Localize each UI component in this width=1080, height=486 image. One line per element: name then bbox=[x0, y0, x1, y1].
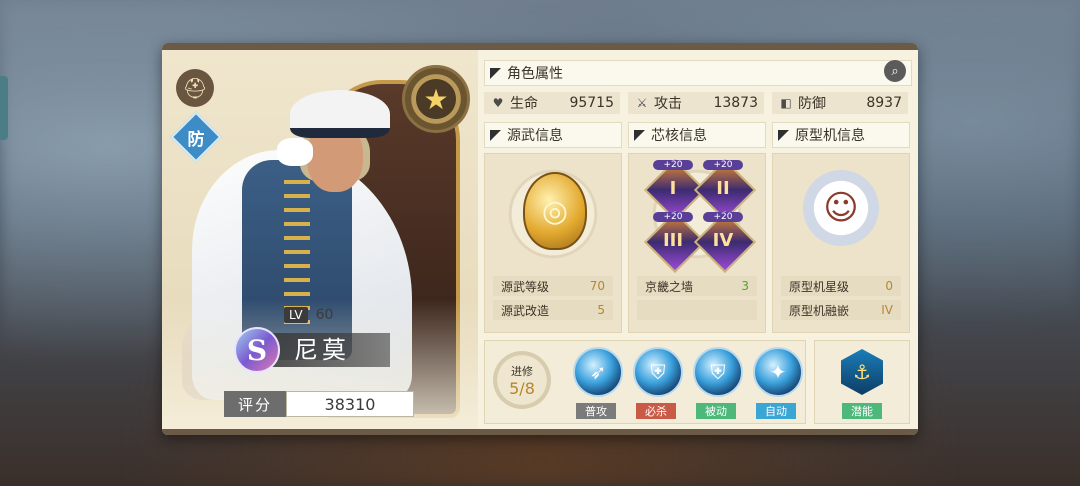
rank-badge: S bbox=[234, 327, 280, 373]
anchor-potential-icon[interactable]: ⚓ bbox=[841, 349, 883, 395]
score-value: 38310 bbox=[286, 391, 414, 417]
weapon-refine-row: 源武改造 5 bbox=[493, 300, 613, 320]
core-title: 芯核信息 bbox=[651, 128, 707, 144]
core-header: 芯核信息 bbox=[628, 122, 766, 148]
character-name: 尼莫 bbox=[294, 336, 350, 364]
skill-label: 自动 bbox=[756, 403, 796, 419]
skill-label: 被动 bbox=[696, 403, 736, 419]
advance-label: 进修 bbox=[511, 364, 533, 378]
sword-icon: ⚔ bbox=[636, 96, 648, 110]
row-label: 源武等级 bbox=[501, 279, 550, 294]
stat-value: 8937 bbox=[866, 95, 902, 111]
prototype-header: 原型机信息 bbox=[772, 122, 910, 148]
skill-label: 普攻 bbox=[576, 403, 616, 419]
core-set-row: 京畿之墙 3 bbox=[637, 276, 757, 296]
row-value: 70 bbox=[589, 279, 605, 293]
prototype-star-row: 原型机星级 0 bbox=[781, 276, 901, 296]
source-weapon-card[interactable]: ◎ 源武等级 70 源武改造 5 bbox=[484, 153, 622, 333]
row-label: 京畿之墙 bbox=[645, 279, 694, 294]
core-card[interactable]: I +20 II +20 III +20 IV +20 京畿之墙 3 bbox=[628, 153, 766, 333]
core-level: +20 bbox=[703, 160, 743, 170]
weapon-level-row: 源武等级 70 bbox=[493, 276, 613, 296]
corner-marker-icon bbox=[778, 129, 789, 141]
row-value: 5 bbox=[597, 303, 605, 317]
stat-label: 生命 bbox=[510, 96, 538, 112]
skills-card: 进修 5/8 ➶ 普攻 ⛨ 必杀 ⛨ 被动 ✦ 自动 bbox=[484, 340, 806, 424]
auto-skill-icon[interactable]: ✦ bbox=[753, 347, 803, 397]
prototype-fusion-row: 原型机融嵌 IV bbox=[781, 300, 901, 320]
row-value: IV bbox=[881, 303, 893, 317]
prototype-card[interactable]: ☺ 原型机星级 0 原型机融嵌 IV bbox=[772, 153, 910, 333]
shield-icon: ◧ bbox=[780, 96, 792, 110]
core-empty-row bbox=[637, 300, 757, 320]
core-numeral: IV bbox=[712, 229, 734, 251]
magnifier-icon[interactable]: ⌕ bbox=[884, 60, 906, 82]
skill-label: 必杀 bbox=[636, 403, 676, 419]
corner-marker-icon bbox=[490, 129, 501, 141]
level-tag: LV bbox=[284, 307, 308, 323]
score-box: 评分 38310 bbox=[224, 391, 414, 417]
row-label: 原型机融嵌 bbox=[789, 303, 850, 318]
captain-hat-art bbox=[290, 90, 390, 138]
passive-skill-icon[interactable]: ⛨ bbox=[693, 347, 743, 397]
row-value: 3 bbox=[741, 279, 749, 293]
panel-bottom-border bbox=[162, 429, 918, 435]
core-numeral: II bbox=[716, 177, 730, 199]
stat-hp: ♥ 生命 95715 bbox=[484, 92, 620, 114]
row-label: 原型机星级 bbox=[789, 279, 850, 294]
advance-value: 5/8 bbox=[509, 378, 535, 398]
corner-marker-icon bbox=[490, 67, 501, 79]
source-weapon-header: 源武信息 bbox=[484, 122, 622, 148]
stat-label: 防御 bbox=[798, 96, 826, 112]
stat-defense: ◧ 防御 8937 bbox=[772, 92, 908, 114]
attributes-header: 角色属性 bbox=[484, 60, 912, 86]
character-detail-panel: ⛑ 防 ★ LV 60 尼莫 S 评分 38310 角色属性 ⌕ ♥ 生命 95… bbox=[162, 43, 918, 435]
prototype-robot-icon: ☺ bbox=[803, 170, 879, 246]
faction-emblem-icon[interactable]: ★ bbox=[402, 65, 470, 133]
row-value: 0 bbox=[885, 279, 893, 293]
helmet-icon[interactable]: ⛑ bbox=[176, 69, 214, 107]
core-numeral: I bbox=[669, 177, 677, 199]
level-value: 60 bbox=[315, 307, 334, 323]
panel-top-border bbox=[162, 43, 918, 50]
heart-icon: ♥ bbox=[492, 96, 504, 110]
core-level: +20 bbox=[703, 212, 743, 222]
core-numeral: III bbox=[662, 229, 684, 251]
stat-value: 95715 bbox=[569, 95, 614, 111]
corner-marker-icon bbox=[634, 129, 645, 141]
core-level: +20 bbox=[653, 160, 693, 170]
role-label: 防 bbox=[187, 129, 205, 150]
normal-attack-skill-icon[interactable]: ➶ bbox=[573, 347, 623, 397]
nautilus-shield-icon: ◎ bbox=[523, 172, 587, 250]
glove-art bbox=[277, 138, 313, 166]
stat-value: 13873 bbox=[713, 95, 758, 111]
side-drawer-tab[interactable] bbox=[0, 76, 8, 140]
ultimate-skill-icon[interactable]: ⛨ bbox=[633, 347, 683, 397]
row-label: 源武改造 bbox=[501, 303, 550, 318]
stat-label: 攻击 bbox=[654, 96, 682, 112]
prototype-title: 原型机信息 bbox=[795, 128, 865, 144]
potential-card: ⚓ 潜能 bbox=[814, 340, 910, 424]
potential-label: 潜能 bbox=[842, 403, 882, 419]
level-display: LV 60 bbox=[284, 307, 333, 323]
advance-button[interactable]: 进修 5/8 bbox=[493, 351, 551, 409]
source-weapon-title: 源武信息 bbox=[507, 128, 563, 144]
stat-attack: ⚔ 攻击 13873 bbox=[628, 92, 764, 114]
core-level: +20 bbox=[653, 212, 693, 222]
attributes-title: 角色属性 bbox=[507, 66, 563, 82]
score-label: 评分 bbox=[224, 391, 286, 417]
